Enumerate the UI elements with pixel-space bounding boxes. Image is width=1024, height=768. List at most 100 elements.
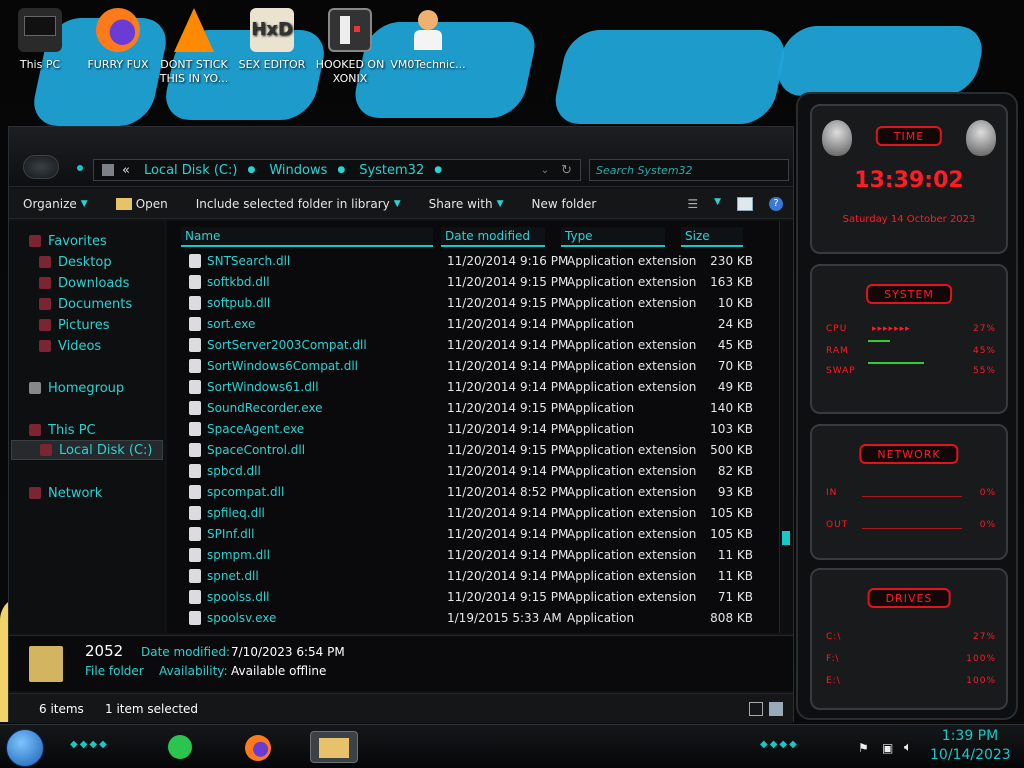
file-row[interactable]: spoolss.dll 11/20/2014 9:15 PM Application… <box>167 587 779 608</box>
net-out-value: 0% <box>979 520 996 530</box>
column-name[interactable]: Name <box>181 227 433 247</box>
breadcrumb-local-disk[interactable]: Local Disk (C:) <box>144 163 237 178</box>
share-with-button[interactable]: Share with ▼ <box>415 189 518 218</box>
desktop-icon-furry-fux[interactable]: FURRY FUX <box>80 8 156 72</box>
organize-button[interactable]: Organize ▼ <box>9 189 102 218</box>
file-row[interactable]: spmpm.dll 11/20/2014 9:14 PM Application e… <box>167 545 779 566</box>
file-date: 11/20/2014 9:14 PM <box>447 422 569 436</box>
file-date: 11/20/2014 9:15 PM <box>447 590 569 604</box>
breadcrumb-windows[interactable]: Windows <box>269 163 327 178</box>
breadcrumb-sep-icon[interactable]: ● <box>337 165 345 175</box>
file-row[interactable]: sort.exe 11/20/2014 9:14 PM Application 24 … <box>167 314 779 335</box>
file-row[interactable]: SpaceControl.dll 11/20/2014 9:15 PM Applic… <box>167 440 779 461</box>
tray-clock-date[interactable]: 10/14/2023 <box>930 747 1011 763</box>
file-name: spfileq.dll <box>207 506 265 520</box>
address-bar[interactable]: « Local Disk (C:) ● Windows ● System32 ●… <box>93 159 581 181</box>
dll-file-icon <box>189 443 201 457</box>
file-row[interactable]: SortWindows6Compat.dll 11/20/2014 9:14 PM… <box>167 356 779 377</box>
drive-f-value: 100% <box>966 654 996 664</box>
desktop-icon-sex-editor[interactable]: HxD SEX EDITOR <box>234 8 310 72</box>
volume-icon[interactable]: 🔈︎ <box>904 740 912 755</box>
file-row[interactable]: spoolsv.exe 1/19/2015 5:33 AM Application 8… <box>167 608 779 629</box>
status-selected: 1 item selected <box>105 702 199 716</box>
file-name: SortWindows6Compat.dll <box>207 359 358 373</box>
nav-homegroup[interactable]: Homegroup <box>29 378 185 398</box>
file-type: Application <box>567 611 635 625</box>
nav-favorites[interactable]: Favorites <box>29 231 185 251</box>
file-name: spcompat.dll <box>207 485 285 499</box>
details-pane: 2052 File folder Date modified: 7/10/202… <box>9 635 793 691</box>
explorer-window[interactable]: « Local Disk (C:) ● Windows ● System32 ●… <box>8 126 794 723</box>
desktop-icon-this-pc[interactable]: This PC <box>2 8 78 72</box>
scroll-thumb[interactable] <box>782 531 790 545</box>
breadcrumb-system32[interactable]: System32 <box>359 163 424 178</box>
view-options-icon[interactable]: ☰ <box>687 197 698 211</box>
nav-this-pc[interactable]: This PC <box>29 420 185 440</box>
desktop-icon-xonix[interactable]: HOOKED ON XONIX <box>312 8 388 86</box>
open-button[interactable]: Open <box>102 189 182 218</box>
back-forward-button[interactable] <box>23 155 59 179</box>
file-type: Application extension <box>567 569 697 583</box>
file-row[interactable]: SortWindows61.dll 11/20/2014 9:14 PM Appli… <box>167 377 779 398</box>
file-size: 140 KB <box>710 401 753 415</box>
column-date[interactable]: Date modified <box>441 227 545 247</box>
history-dot-icon[interactable] <box>77 165 83 171</box>
nav-network[interactable]: Network <box>29 483 185 503</box>
vertical-scrollbar[interactable] <box>779 221 793 633</box>
command-toolbar: Organize ▼ Open Include selected folder i… <box>9 189 793 219</box>
breadcrumb-sep-icon[interactable]: ● <box>247 165 255 175</box>
details-kind: File folder <box>85 664 144 678</box>
column-size[interactable]: Size <box>681 227 743 247</box>
file-size: 24 KB <box>717 317 753 331</box>
file-row[interactable]: spcompat.dll 11/20/2014 8:52 PM Applicatio… <box>167 482 779 503</box>
view-dropdown-icon[interactable]: ▼ <box>714 197 721 211</box>
tray-clock-time[interactable]: 1:39 PM <box>930 728 1010 744</box>
dll-file-icon <box>189 485 201 499</box>
star-icon <box>29 235 41 247</box>
file-row[interactable]: SNTSearch.dll 11/20/2014 9:16 PM Applicati… <box>167 251 779 272</box>
file-type: Application extension <box>567 296 697 310</box>
file-size: 163 KB <box>710 275 753 289</box>
taskbar-file-explorer[interactable] <box>310 731 358 763</box>
start-orb-button[interactable] <box>6 729 44 767</box>
file-row[interactable]: SortServer2003Compat.dll 11/20/2014 9:14 … <box>167 335 779 356</box>
file-row[interactable]: SoundRecorder.exe 11/20/2014 9:15 PM Appli… <box>167 398 779 419</box>
nav-local-disk[interactable]: Local Disk (C:) <box>11 440 163 460</box>
breadcrumb-prefix[interactable]: « <box>122 163 130 178</box>
search-input[interactable]: Search System32 <box>589 159 789 181</box>
include-in-library-button[interactable]: Include selected folder in library ▼ <box>182 189 415 218</box>
firefox-icon <box>96 8 140 52</box>
file-row[interactable]: spbcd.dll 11/20/2014 9:14 PM Application e… <box>167 461 779 482</box>
preview-pane-icon[interactable] <box>737 196 753 211</box>
taskbar: ◆◆◆◆ ◆◆◆◆ ⚑ ▣ 🔈︎ 1:39 PM 10/14/2023 <box>0 724 1024 768</box>
net-in-label: IN <box>826 488 838 498</box>
breadcrumb-sep-icon[interactable]: ● <box>434 165 442 175</box>
downloads-icon <box>39 277 51 289</box>
network-tray-icon[interactable]: ▣ <box>882 741 893 755</box>
new-folder-button[interactable]: New folder <box>517 189 610 218</box>
address-dropdown-icon[interactable]: ⌄ <box>541 165 549 176</box>
file-name: softpub.dll <box>207 296 271 310</box>
file-row[interactable]: SpaceAgent.exe 11/20/2014 9:14 PM Applicat… <box>167 419 779 440</box>
file-row[interactable]: SPInf.dll 11/20/2014 9:14 PM Application e… <box>167 524 779 545</box>
drive-c-value: 27% <box>972 632 996 642</box>
flag-icon[interactable]: ⚑ <box>858 741 869 755</box>
taskbar-firefox[interactable] <box>234 731 282 763</box>
help-icon[interactable]: ? <box>769 196 783 211</box>
details-view-icon[interactable] <box>749 702 763 716</box>
desktop-icon-vm0[interactable]: VM0Technic... <box>390 8 466 72</box>
file-row[interactable]: softkbd.dll 11/20/2014 9:15 PM Application… <box>167 272 779 293</box>
column-type[interactable]: Type <box>561 227 665 247</box>
large-icons-view-icon[interactable] <box>769 702 783 716</box>
file-row[interactable]: softpub.dll 11/20/2014 9:15 PM Application… <box>167 293 779 314</box>
file-date: 11/20/2014 9:14 PM <box>447 527 569 541</box>
refresh-icon[interactable]: ↻ <box>561 163 572 178</box>
taskbar-app-green[interactable] <box>156 731 204 763</box>
desktop-icon-dont-stick[interactable]: DONT STICK THIS IN YO... <box>156 8 232 86</box>
file-row[interactable]: spfileq.dll 11/20/2014 9:14 PM Application… <box>167 503 779 524</box>
file-name: spoolsv.exe <box>207 611 277 625</box>
clock-time: 13:39:02 <box>854 168 964 193</box>
file-size: 103 KB <box>710 422 753 436</box>
file-row[interactable]: spnet.dll 11/20/2014 9:14 PM Application e… <box>167 566 779 587</box>
application-file-icon <box>189 422 201 436</box>
